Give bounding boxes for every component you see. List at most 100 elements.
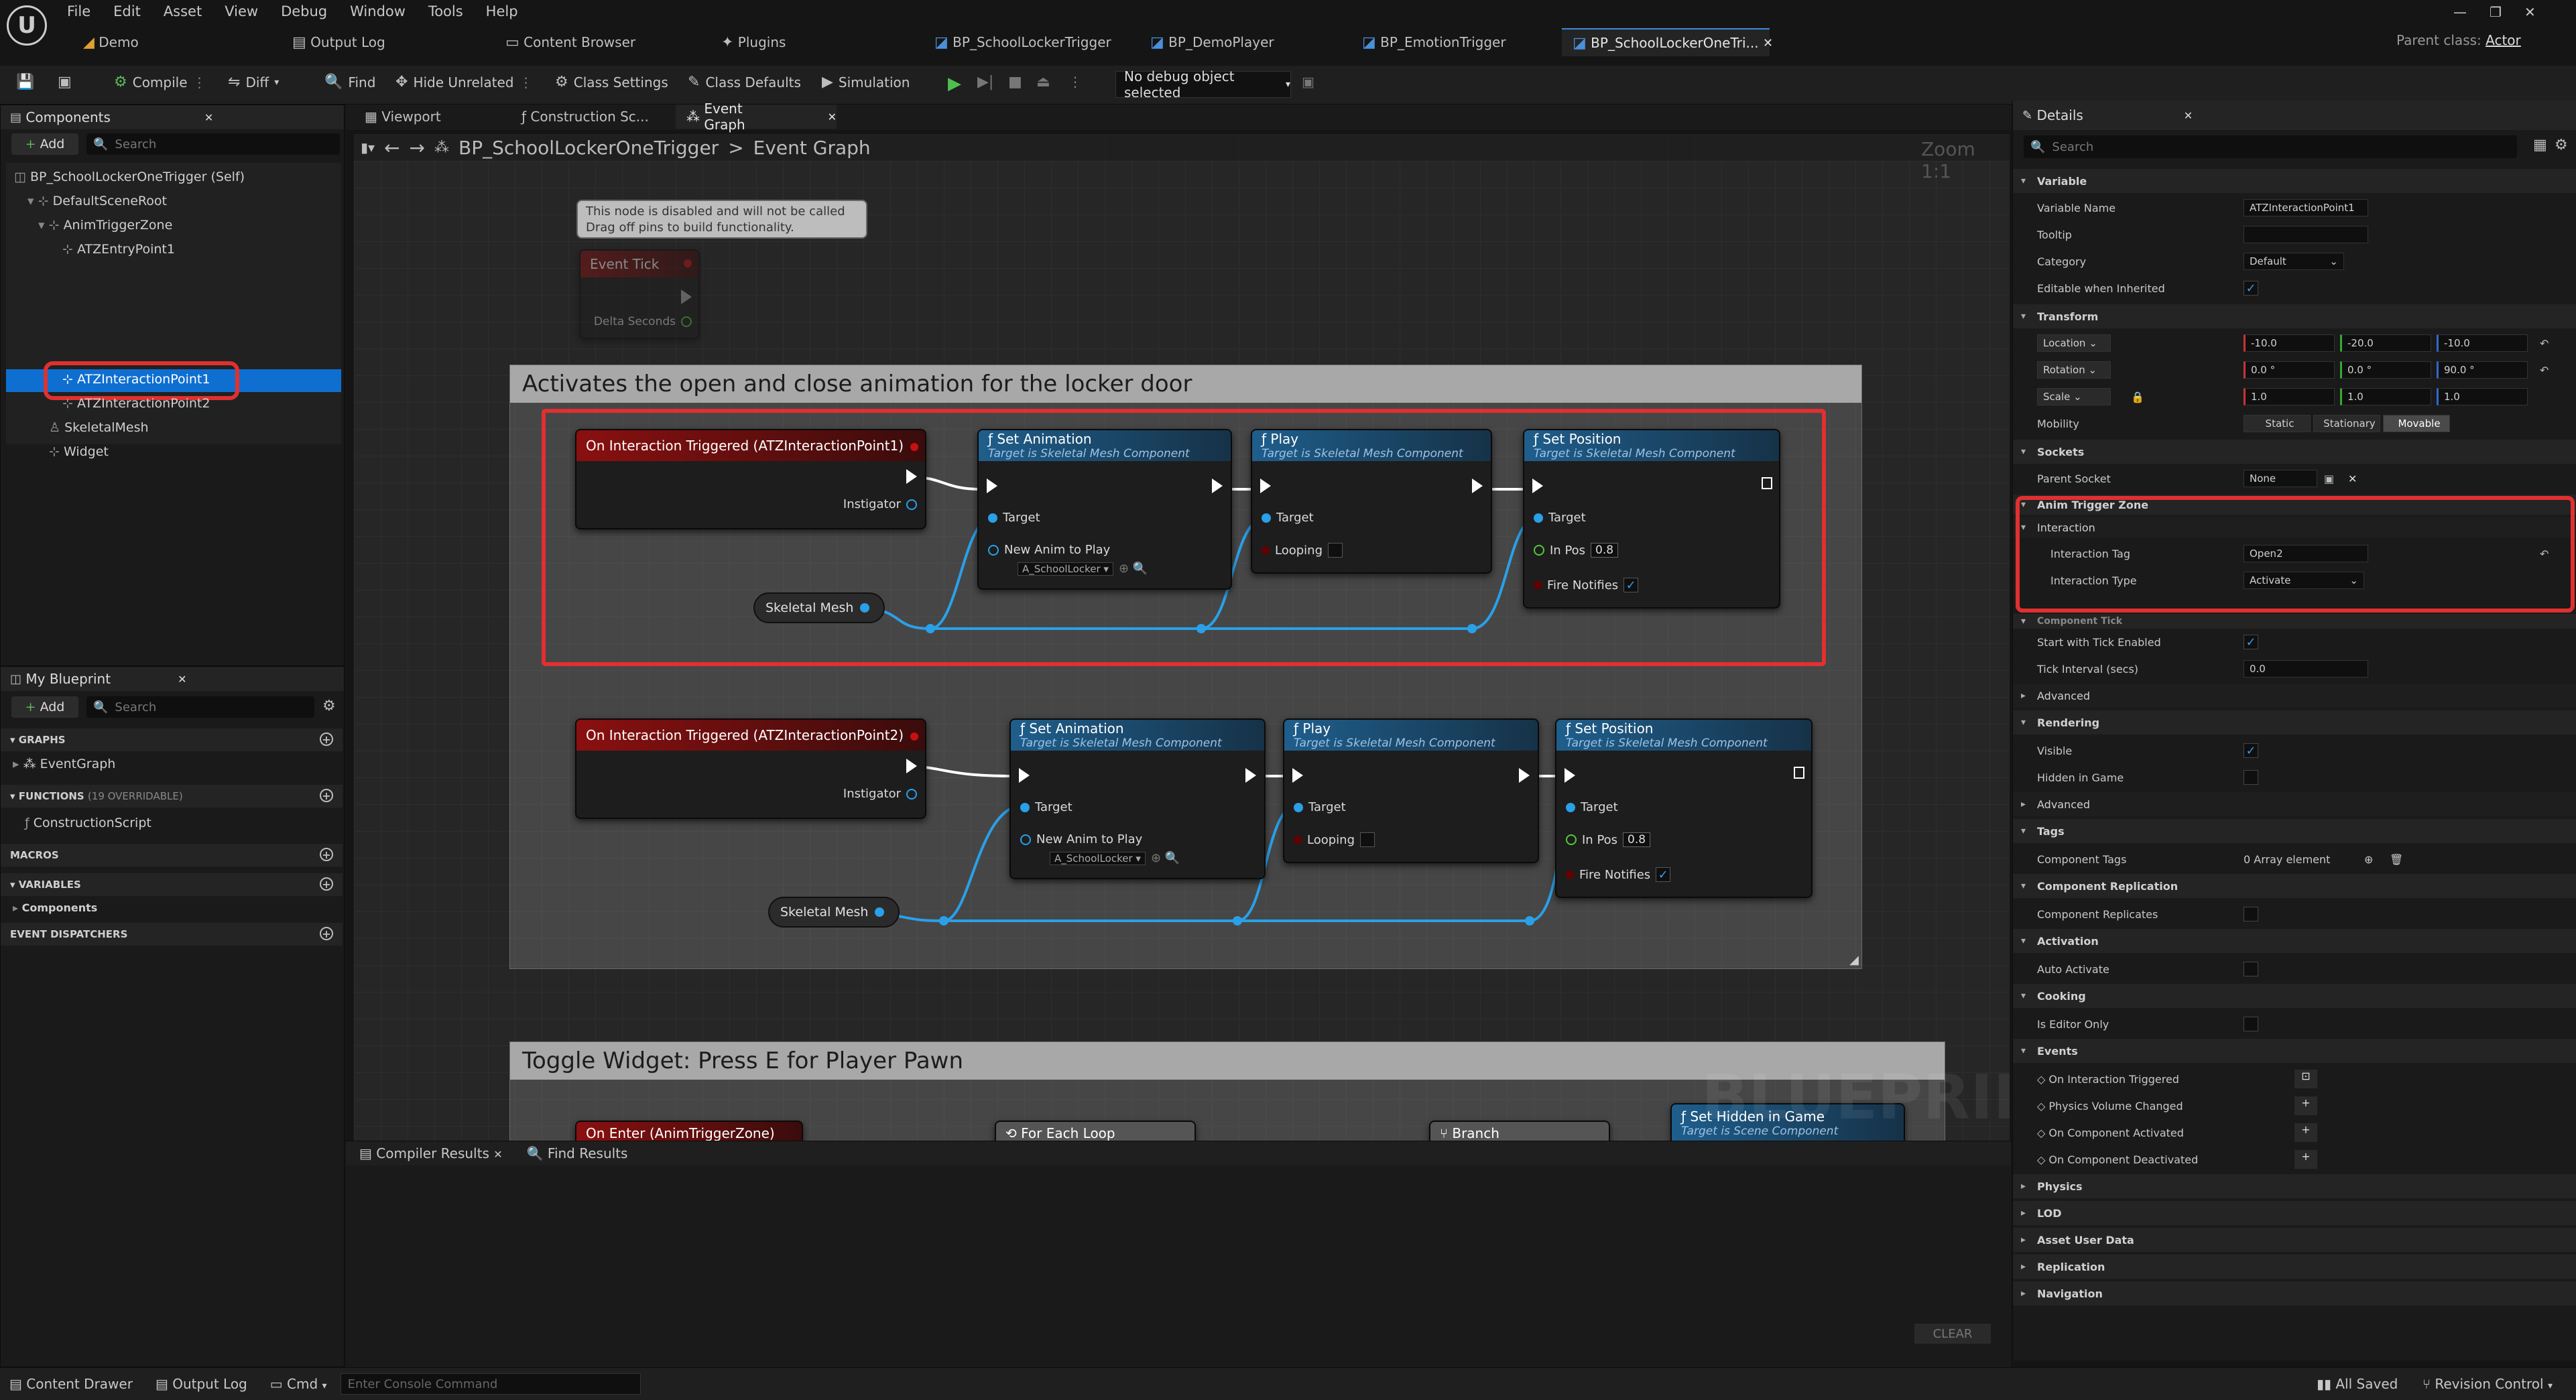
- add-macro-icon[interactable]: +: [320, 848, 333, 861]
- tab-output-log[interactable]: ▤ Output Log: [282, 28, 483, 56]
- rotation-x-input[interactable]: 0.0 °: [2244, 361, 2335, 379]
- pin-target[interactable]: Target: [1020, 800, 1072, 814]
- rotation-dropdown[interactable]: Rotation ⌄: [2037, 361, 2111, 379]
- tab-content-browser[interactable]: ▭ Content Browser: [495, 28, 696, 56]
- unreal-logo-icon[interactable]: U: [7, 5, 47, 46]
- clear-button[interactable]: CLEAR: [1914, 1324, 1991, 1344]
- node-on-interaction-triggered-2[interactable]: On Interaction Triggered (ATZInteraction…: [575, 718, 926, 819]
- location-y-input[interactable]: -20.0: [2340, 334, 2431, 352]
- section-component-tick[interactable]: Component Tick: [2013, 614, 2576, 629]
- details-tab[interactable]: ✎ Details ✕: [2013, 101, 2576, 130]
- section-variables[interactable]: ▾ VARIABLES +: [1, 873, 343, 896]
- in-pos-input[interactable]: 0.8: [1623, 832, 1651, 847]
- section-event-dispatchers[interactable]: EVENT DISPATCHERS +: [1, 923, 343, 946]
- tab-viewport[interactable]: ▦ Viewport: [354, 105, 501, 129]
- add-function-icon[interactable]: +: [320, 789, 333, 802]
- node-play-2[interactable]: ƒ Play Target is Skeletal Mesh Component …: [1283, 718, 1539, 863]
- my-blueprint-search-input[interactable]: 🔍 Search: [86, 696, 314, 718]
- section-variable[interactable]: Variable: [2013, 169, 2576, 193]
- class-settings-button[interactable]: ⚙ Class Settings: [555, 74, 668, 90]
- pin-target[interactable]: Target: [1294, 800, 1346, 814]
- visible-checkbox[interactable]: ✓: [2244, 743, 2258, 758]
- find-button[interactable]: 🔍 Find: [324, 74, 375, 90]
- menu-file[interactable]: File: [67, 3, 90, 19]
- tree-item-eventgraph[interactable]: ▸ ⁂ EventGraph: [13, 757, 115, 771]
- start-tick-checkbox[interactable]: ✓: [2244, 635, 2258, 649]
- class-defaults-button[interactable]: ✎ Class Defaults: [688, 74, 801, 90]
- tree-item-defaultsceneroot[interactable]: ▾ ⊹ DefaultSceneRoot: [27, 194, 167, 208]
- simulation-button[interactable]: ▶ Simulation: [822, 74, 910, 90]
- my-blueprint-tab[interactable]: ◫ My Blueprint ✕: [1, 667, 344, 691]
- grid-view-icon[interactable]: ▦: [2533, 137, 2547, 153]
- tree-item-components-category[interactable]: ▸ Components: [13, 901, 97, 914]
- add-variable-icon[interactable]: +: [320, 877, 333, 891]
- hide-unrelated-button[interactable]: ✥ Hide Unrelated ⋮: [395, 74, 532, 90]
- section-advanced-rendering[interactable]: Advanced: [2013, 792, 2576, 816]
- lock-icon[interactable]: 🔒: [2131, 391, 2144, 403]
- pin-fire-notifies[interactable]: Fire Notifies ✓: [1566, 867, 1671, 882]
- tab-plugins[interactable]: ✦ Plugins: [711, 28, 912, 56]
- clear-socket-icon[interactable]: ✕: [2348, 472, 2357, 485]
- node-branch[interactable]: ⑂ Branch: [1429, 1121, 1610, 1141]
- close-tab-icon[interactable]: ✕: [204, 111, 213, 124]
- pin-target[interactable]: Target: [1566, 800, 1618, 814]
- details-search-input[interactable]: 🔍 Search: [2024, 135, 2517, 158]
- hidden-in-game-checkbox[interactable]: [2244, 770, 2258, 785]
- scale-z-input[interactable]: 1.0: [2437, 388, 2528, 405]
- fire-notifies-checkbox[interactable]: ✓: [1656, 867, 1671, 882]
- components-search-input[interactable]: 🔍 Search: [86, 133, 340, 155]
- node-skeletal-mesh-2[interactable]: Skeletal Mesh: [768, 897, 900, 928]
- step-icon[interactable]: ▶|: [977, 74, 993, 90]
- add-graph-icon[interactable]: +: [320, 733, 333, 746]
- output-log-button[interactable]: ▤ Output Log: [156, 1376, 247, 1392]
- location-x-input[interactable]: -10.0: [2244, 334, 2335, 352]
- parent-socket-input[interactable]: None: [2244, 470, 2317, 487]
- all-saved-indicator[interactable]: ▮▮ All Saved: [2317, 1376, 2398, 1392]
- menu-debug[interactable]: Debug: [281, 3, 327, 19]
- section-activation[interactable]: Activation: [2013, 929, 2576, 953]
- close-tab-icon[interactable]: ✕: [2184, 109, 2193, 122]
- node-for-each-loop[interactable]: ⟲ For Each Loop: [995, 1121, 1196, 1141]
- compiler-results-tab[interactable]: ▤ Compiler Results ✕: [359, 1145, 503, 1161]
- anim-asset-dropdown[interactable]: A_SchoolLocker ▾ ⊕ 🔍: [1050, 851, 1180, 865]
- close-tab-icon[interactable]: ✕: [178, 673, 186, 686]
- section-advanced-tick[interactable]: Advanced: [2013, 684, 2576, 708]
- tab-bp-emotiontrigger[interactable]: ◪ BP_EmotionTrigger: [1351, 28, 1552, 56]
- pin-in-pos[interactable]: In Pos 0.8: [1566, 832, 1651, 847]
- node-set-position-2[interactable]: ƒ Set Position Target is Skeletal Mesh Co…: [1555, 718, 1813, 898]
- tab-bp-schoollockeronetrigger[interactable]: ◪ BP_SchoolLockerOneTri... ✕: [1562, 28, 1773, 56]
- looping-checkbox[interactable]: [1360, 832, 1375, 847]
- menu-help[interactable]: Help: [486, 3, 518, 19]
- scale-dropdown[interactable]: Scale ⌄: [2037, 388, 2111, 405]
- section-graphs[interactable]: ▾ GRAPHS +: [1, 728, 343, 751]
- mobility-movable[interactable]: Movable: [2383, 415, 2450, 432]
- section-transform[interactable]: Transform: [2013, 304, 2576, 328]
- tab-construction-script[interactable]: ƒ Construction Sc...: [511, 105, 672, 129]
- play-button[interactable]: ▶: [948, 74, 961, 94]
- trash-icon[interactable]: 🗑: [2390, 853, 2403, 866]
- components-tab[interactable]: ▤ Components ✕: [1, 105, 344, 129]
- section-sockets[interactable]: Sockets: [2013, 440, 2576, 464]
- tree-item-self[interactable]: ◫ BP_SchoolLockerOneTrigger (Self): [14, 170, 245, 184]
- minimize-icon[interactable]: —: [2453, 4, 2467, 20]
- tree-item-widget[interactable]: ⊹ Widget: [49, 444, 109, 459]
- debug-filter-icon[interactable]: ▣: [1302, 74, 1314, 90]
- tick-interval-input[interactable]: 0.0: [2244, 660, 2368, 678]
- menu-view[interactable]: View: [225, 3, 258, 19]
- tab-bp-demoplayer[interactable]: ◪ BP_DemoPlayer: [1140, 28, 1341, 56]
- rotation-y-input[interactable]: 0.0 °: [2340, 361, 2431, 379]
- parent-class-link[interactable]: Actor: [2486, 32, 2521, 48]
- section-macros[interactable]: MACROS +: [1, 844, 343, 867]
- scale-x-input[interactable]: 1.0: [2244, 388, 2335, 405]
- pin-new-anim[interactable]: New Anim to Play: [1020, 832, 1142, 846]
- menu-edit[interactable]: Edit: [113, 3, 141, 19]
- tab-project[interactable]: ◢ Demo: [72, 28, 273, 56]
- save-icon[interactable]: 💾: [16, 74, 34, 90]
- tooltip-input[interactable]: [2244, 226, 2368, 243]
- reset-icon[interactable]: ↶: [2540, 364, 2549, 377]
- tree-item-atzinteractionpoint2[interactable]: ⊹ ATZInteractionPoint2: [62, 396, 210, 411]
- reset-icon[interactable]: ↶: [2540, 337, 2549, 350]
- mobility-stationary[interactable]: Stationary: [2313, 415, 2380, 432]
- my-blueprint-add-button[interactable]: + Add: [11, 696, 78, 718]
- tree-item-atzentrypoint1[interactable]: ⊹ ATZEntryPoint1: [62, 242, 175, 257]
